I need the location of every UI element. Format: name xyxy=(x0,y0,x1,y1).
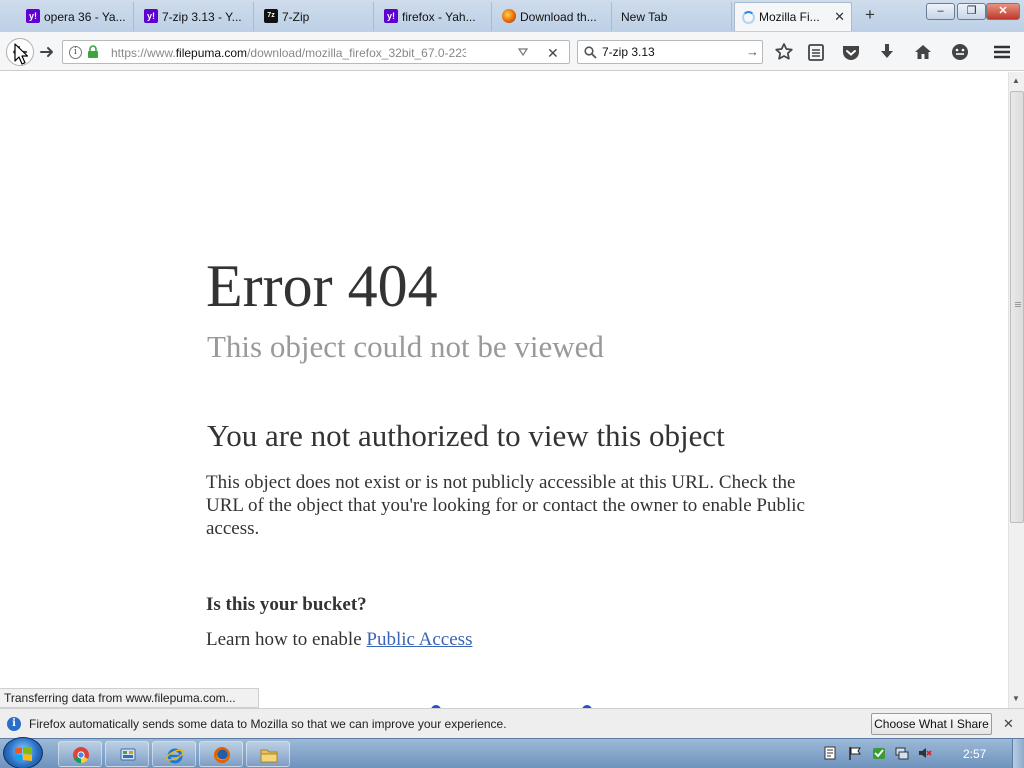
smiley-feedback-icon[interactable] xyxy=(949,41,971,63)
tab-strip: y! opera 36 - Ya... y! 7-zip 3.13 - Y...… xyxy=(0,0,1024,32)
tab-download[interactable]: Download th... xyxy=(496,2,612,31)
taskbar-chrome-button[interactable] xyxy=(58,741,102,767)
control-panel-icon xyxy=(120,748,136,761)
bucket-question: Is this your bucket? xyxy=(206,594,367,615)
public-access-link[interactable]: Public Access xyxy=(366,629,472,650)
nav-toolbar: i https://www.filepuma.com/download/mozi… xyxy=(0,32,1024,71)
chrome-icon xyxy=(73,747,89,764)
scroll-grip-icon xyxy=(1015,302,1021,303)
url-dropdown-icon[interactable] xyxy=(518,48,528,56)
search-go-icon[interactable]: → xyxy=(746,44,759,59)
bookmark-star-icon[interactable] xyxy=(773,41,795,63)
loading-spinner-icon xyxy=(742,11,755,24)
yahoo-favicon-icon: y! xyxy=(26,9,40,23)
scrollbar-thumb[interactable] xyxy=(1010,91,1024,523)
taskbar-clock[interactable]: 2:57 xyxy=(963,747,986,761)
home-icon[interactable] xyxy=(912,41,934,63)
tab-new-tab[interactable]: New Tab xyxy=(614,2,732,31)
hamburger-menu-icon[interactable] xyxy=(991,41,1013,63)
tab-label: 7-Zip xyxy=(282,9,310,24)
url-bar[interactable]: i https://www.filepuma.com/download/mozi… xyxy=(62,40,570,64)
scroll-up-arrow-icon[interactable]: ▲ xyxy=(1012,76,1020,85)
taskbar-control-panel-button[interactable] xyxy=(105,741,149,767)
forward-button[interactable] xyxy=(38,43,56,61)
url-text[interactable]: https://www.filepuma.com/download/mozill… xyxy=(111,46,466,62)
yahoo-favicon-icon: y! xyxy=(144,9,158,23)
notification-message: Firefox automatically sends some data to… xyxy=(29,717,507,731)
new-tab-button[interactable]: + xyxy=(860,5,880,25)
firefox-icon xyxy=(214,747,230,763)
tab-7zip[interactable]: 7z 7-Zip xyxy=(258,2,374,31)
pocket-icon[interactable] xyxy=(840,41,862,63)
close-tab-icon[interactable]: ✕ xyxy=(834,9,845,25)
window-close-button[interactable]: ✕ xyxy=(986,3,1020,20)
action-center-icon[interactable] xyxy=(823,746,837,760)
sevenzip-favicon-icon: 7z xyxy=(264,9,278,23)
lock-icon xyxy=(88,45,98,58)
learn-prefix: Learn how to enable xyxy=(206,629,367,650)
firefox-favicon-icon xyxy=(502,9,516,23)
windows-taskbar: 2:57 xyxy=(0,737,1024,768)
show-desktop-button[interactable] xyxy=(1012,739,1024,768)
tab-firefox-yahoo[interactable]: y! firefox - Yah... xyxy=(378,2,492,31)
stop-loading-icon[interactable]: ✕ xyxy=(547,45,559,62)
url-domain: filepuma.com xyxy=(175,46,248,60)
search-icon[interactable] xyxy=(584,46,597,59)
status-bar: Transferring data from www.filepuma.com.… xyxy=(0,688,259,708)
reader-view-icon[interactable] xyxy=(805,41,827,63)
downloads-icon[interactable] xyxy=(876,41,898,63)
url-path: /download/mozilla_firefox_32bit_67.0-223… xyxy=(247,46,466,60)
tab-label: opera 36 - Ya... xyxy=(44,9,126,24)
vertical-scrollbar[interactable]: ▲ ▼ xyxy=(1008,72,1024,708)
flag-tray-icon[interactable] xyxy=(848,746,862,760)
info-icon: i xyxy=(7,717,21,731)
auth-heading: You are not authorized to view this obje… xyxy=(207,418,725,453)
tab-label: firefox - Yah... xyxy=(402,9,476,24)
tab-label: 7-zip 3.13 - Y... xyxy=(162,9,242,24)
taskbar-ie-button[interactable] xyxy=(152,741,196,767)
url-prefix: https://www. xyxy=(111,46,176,60)
close-notification-icon[interactable]: ✕ xyxy=(1003,716,1014,732)
error-description: This object does not exist or is not pub… xyxy=(206,472,805,539)
notification-bar: i Firefox automatically sends some data … xyxy=(0,708,1024,738)
tab-7zip-313[interactable]: y! 7-zip 3.13 - Y... xyxy=(138,2,254,31)
learn-text: Learn how to enable Public Access xyxy=(206,629,472,651)
search-input[interactable] xyxy=(602,44,742,60)
network-tray-icon[interactable] xyxy=(895,746,909,760)
tab-opera-36[interactable]: y! opera 36 - Ya... xyxy=(20,2,134,31)
search-bar[interactable]: → xyxy=(577,40,763,64)
internet-explorer-icon xyxy=(166,748,184,764)
yahoo-favicon-icon: y! xyxy=(384,9,398,23)
taskbar-explorer-button[interactable] xyxy=(246,741,290,767)
error-subtitle: This object could not be viewed xyxy=(207,329,604,364)
choose-what-i-share-button[interactable]: Choose What I Share xyxy=(871,713,992,735)
minimize-button[interactable]: – xyxy=(926,3,955,20)
forward-arrow-icon xyxy=(40,47,53,57)
tab-label: Mozilla Fi... xyxy=(759,10,820,24)
start-button[interactable] xyxy=(3,737,43,768)
windows-logo-icon xyxy=(15,747,32,761)
error-title: Error 404 xyxy=(206,253,438,319)
folder-icon xyxy=(260,749,278,763)
tab-mozilla-firefox[interactable]: Mozilla Fi... ✕ xyxy=(734,2,852,31)
taskbar-firefox-button[interactable] xyxy=(199,741,243,767)
mouse-cursor-icon xyxy=(14,43,28,65)
volume-muted-icon[interactable] xyxy=(918,746,932,760)
tab-label: Download th... xyxy=(520,9,597,24)
restore-button[interactable]: ❐ xyxy=(957,3,986,20)
page-content: Error 404 This object could not be viewe… xyxy=(0,72,1008,708)
site-info-icon[interactable]: i xyxy=(69,46,82,59)
tab-label: New Tab xyxy=(621,9,668,24)
security-tray-icon[interactable] xyxy=(872,746,886,760)
scroll-down-arrow-icon[interactable]: ▼ xyxy=(1012,694,1020,703)
